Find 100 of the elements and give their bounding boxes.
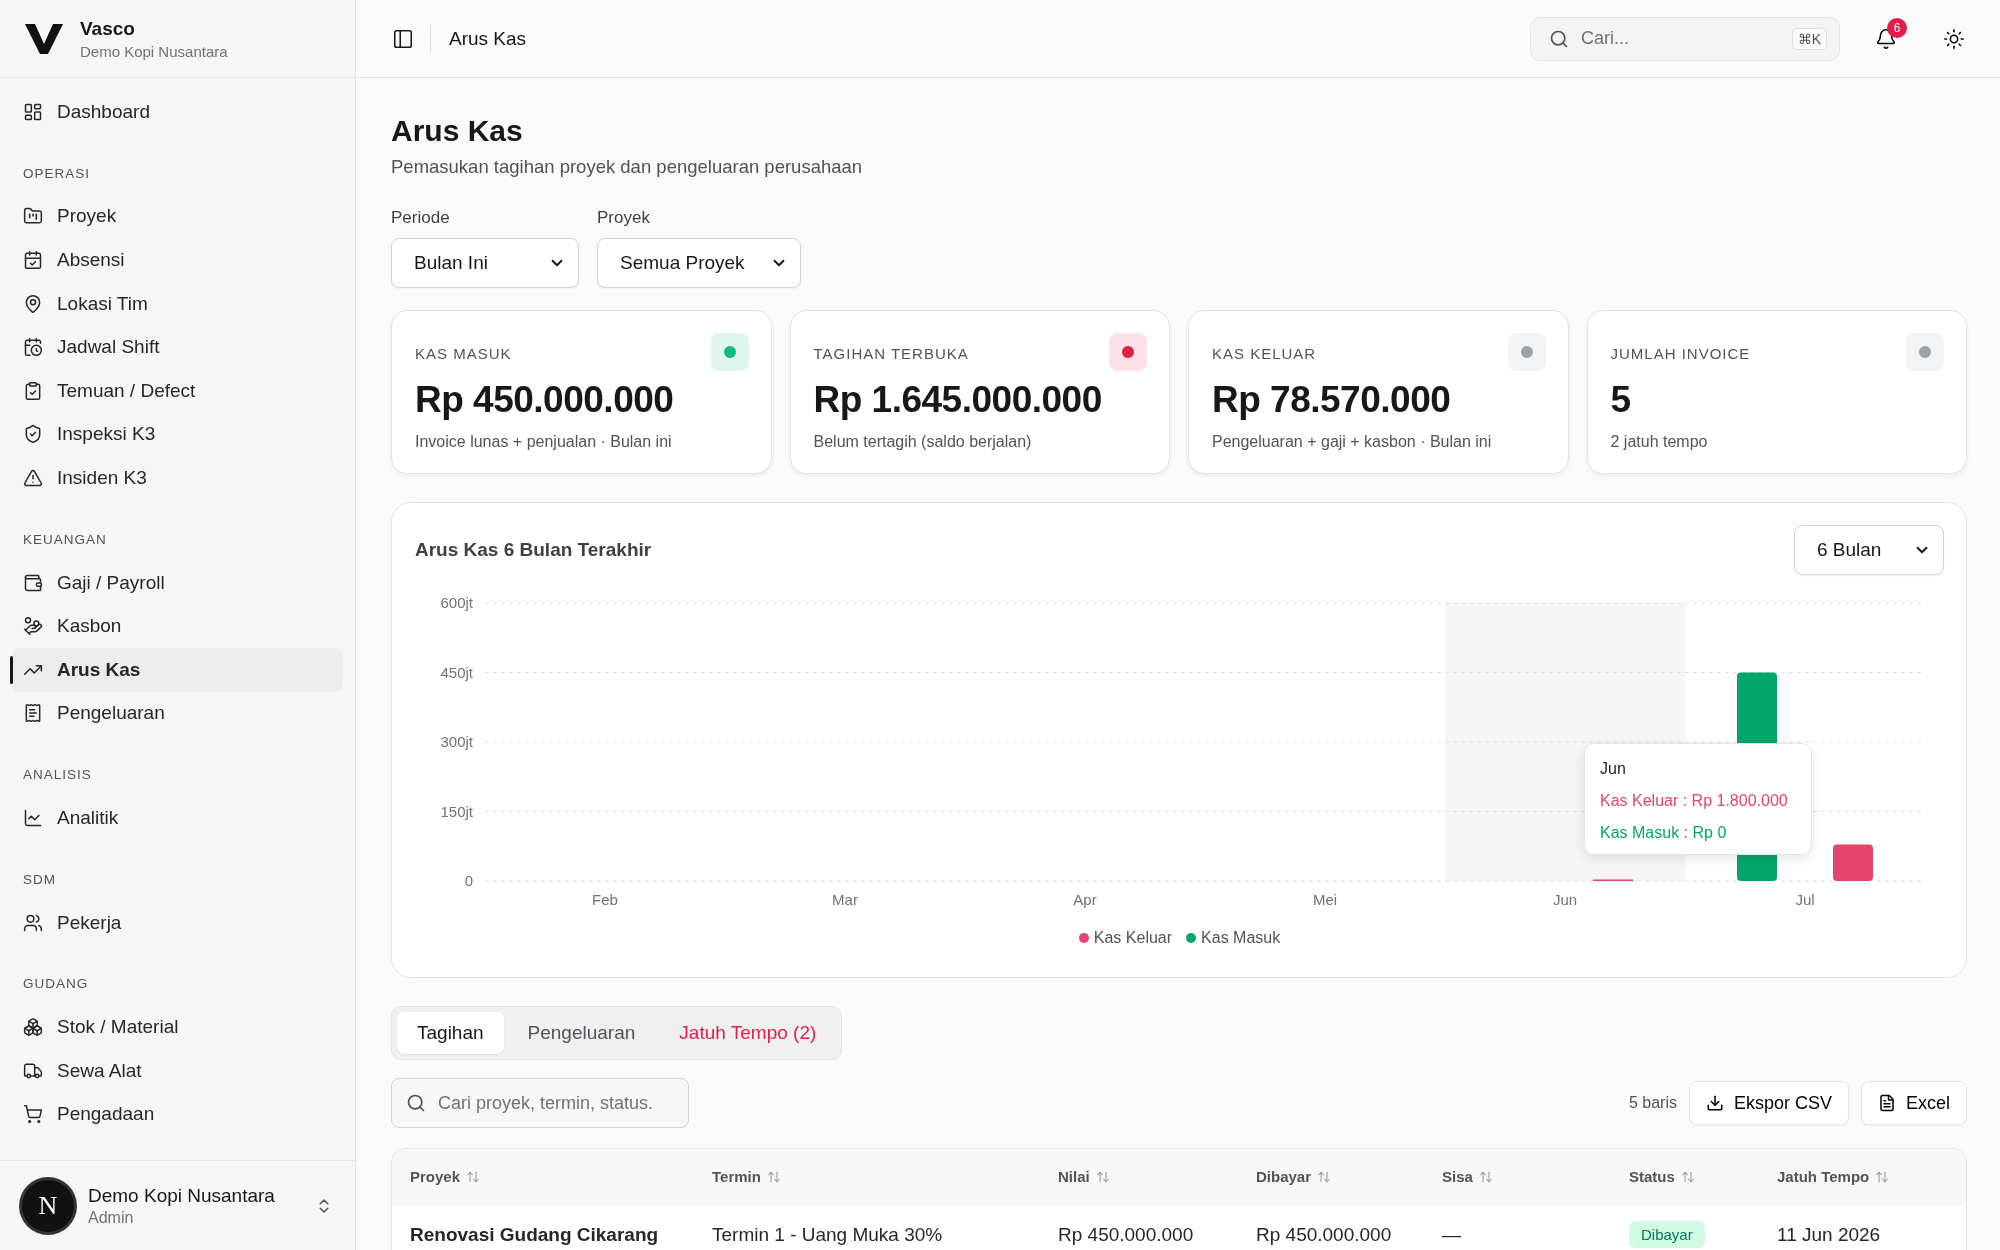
table-cell-text: Rp 450.000.000	[1058, 1223, 1195, 1246]
sidebar-item[interactable]: Inspeksi K3	[12, 412, 343, 457]
axis-label: 0	[464, 872, 473, 889]
dashboard-icon	[23, 101, 43, 122]
axis-label: Feb	[592, 891, 618, 908]
tab[interactable]: Jatuh Tempo (2)	[659, 1012, 837, 1054]
column-header[interactable]: Status	[1629, 1168, 1777, 1185]
file-icon	[1878, 1094, 1896, 1112]
table-cell-text: 11 Jun 2026	[1777, 1223, 1882, 1246]
legend-dot-icon	[1186, 933, 1197, 943]
notification-button[interactable]: 6	[1864, 16, 1908, 61]
user-role: Admin	[88, 1208, 135, 1227]
sidebar-item[interactable]: Pekerja	[12, 900, 343, 945]
sidebar-toggle-icon[interactable]	[392, 27, 414, 50]
table-search-input[interactable]: Cari proyek, termin, status.	[436, 1091, 674, 1115]
sidebar-item[interactable]: Jadwal Shift	[12, 325, 343, 369]
filter-label: Periode	[391, 208, 451, 228]
breadcrumb: Arus Kas	[430, 25, 527, 52]
sidebar-item[interactable]: Pengeluaran	[12, 691, 343, 736]
notification-badge: 6	[1887, 17, 1907, 38]
sidebar-item[interactable]: Temuan / Defect	[12, 368, 343, 413]
section-heading: KEUANGAN	[22, 531, 108, 547]
table-cell-text: Termin 1 - Uang Muka 30%	[712, 1223, 944, 1246]
shield-check-icon	[23, 424, 43, 445]
axis-label: Mar	[832, 891, 858, 908]
stat-label: KAS MASUK	[415, 345, 512, 362]
logo-icon	[24, 21, 64, 56]
column-header[interactable]: Dibayar	[1256, 1168, 1442, 1185]
calendar-check-icon	[23, 250, 43, 270]
sidebar-item[interactable]: Kasbon	[12, 604, 343, 648]
cart-icon	[23, 1104, 43, 1125]
section-heading: OPERASI	[22, 165, 92, 181]
filter-select[interactable]: Bulan Ini	[391, 238, 579, 288]
sidebar-item[interactable]: Pengadaan	[12, 1092, 343, 1137]
search-icon	[406, 1093, 426, 1113]
export-button[interactable]: Ekspor CSV	[1688, 1081, 1849, 1125]
bar	[1833, 844, 1873, 881]
search-input[interactable]: Cari...	[1579, 27, 1782, 50]
table-cell-text: Renovasi Gudang Cikarang	[410, 1223, 660, 1246]
sidebar-item[interactable]: Dashboard	[12, 90, 343, 134]
calendar-clock-icon	[23, 337, 43, 358]
stat-note: 2 jatuh tempo	[1610, 433, 1709, 451]
axis-label: 450jt	[440, 663, 473, 681]
range-select[interactable]: 6 Bulan	[1794, 525, 1944, 575]
sidebar-item[interactable]: Gaji / Payroll	[12, 560, 343, 605]
table-search-field[interactable]: Cari proyek, termin, status.	[391, 1078, 689, 1128]
axis-label: 300jt	[440, 733, 473, 750]
boxes-icon	[23, 1017, 43, 1038]
sidebar-item[interactable]: Stok / Material	[12, 1005, 343, 1049]
tab[interactable]: Pengeluaran	[507, 1012, 656, 1054]
sidebar-item[interactable]: Arus Kas	[12, 647, 343, 692]
sort-icon	[1317, 1169, 1332, 1184]
axis-label: 600jt	[440, 594, 473, 611]
axis-label: Apr	[1073, 891, 1097, 908]
row-count: 5 baris	[1628, 1094, 1677, 1112]
stat-value: 5	[1610, 379, 1632, 421]
tooltip-title: Jun	[1600, 760, 1627, 778]
user-name: Demo Kopi Nusantara	[88, 1184, 276, 1207]
brand-name: Vasco	[80, 17, 136, 40]
page-title: Arus Kas	[391, 114, 524, 148]
sidebar-item[interactable]: Insiden K3	[12, 456, 343, 500]
avatar: N	[22, 1179, 74, 1232]
column-header[interactable]: Termin	[712, 1168, 1058, 1185]
stat-value: Rp 1.645.000.000	[813, 379, 1103, 421]
sidebar-item[interactable]: Analitik	[12, 796, 343, 840]
column-header[interactable]: Proyek	[410, 1168, 712, 1185]
table-cell-text: Rp 450.000.000	[1256, 1223, 1393, 1246]
column-header[interactable]: Nilai	[1058, 1168, 1256, 1185]
axis-label: Jun	[1552, 891, 1578, 908]
sidebar-item[interactable]: Proyek	[12, 194, 343, 239]
shortcut-key: ⌘K	[1791, 27, 1827, 50]
sidebar-item[interactable]: Sewa Alat	[12, 1048, 343, 1093]
tooltip-line: Kas Masuk : Rp 0	[1600, 824, 1728, 842]
filter-select[interactable]: Semua Proyek	[597, 238, 801, 288]
column-header[interactable]: Jatuh Tempo	[1777, 1168, 1948, 1185]
sort-icon	[1095, 1169, 1110, 1184]
tooltip-line: Kas Keluar : Rp 1.800.000	[1600, 792, 1789, 810]
tab[interactable]: Tagihan	[397, 1012, 504, 1054]
receipt-icon	[23, 703, 43, 724]
axis-label: Mei	[1312, 891, 1338, 908]
line-chart-icon	[23, 807, 43, 828]
warning-icon	[23, 467, 43, 488]
sort-icon	[466, 1169, 481, 1184]
stat-value: Rp 78.570.000	[1212, 379, 1452, 421]
legend-item: Kas Keluar	[1078, 929, 1173, 947]
column-header[interactable]: Sisa	[1442, 1168, 1629, 1185]
axis-label: Jul	[1795, 891, 1815, 908]
sidebar-item[interactable]: Absensi	[12, 238, 343, 282]
legend-item: Kas Masuk	[1186, 929, 1281, 947]
filter-label: Proyek	[597, 208, 651, 228]
axis-label: 150jt	[440, 802, 473, 820]
export-button[interactable]: Excel	[1861, 1081, 1967, 1125]
sidebar-item[interactable]: Lokasi Tim	[12, 281, 343, 326]
search-field[interactable]: Cari... ⌘K	[1530, 16, 1840, 61]
clipboard-check-icon	[23, 380, 43, 401]
hand-coins-icon	[23, 616, 43, 637]
sort-icon	[1875, 1169, 1890, 1184]
section-heading: ANALISIS	[22, 767, 93, 783]
sort-icon	[1478, 1169, 1493, 1184]
chart-title: Arus Kas 6 Bulan Terakhir	[415, 539, 652, 561]
